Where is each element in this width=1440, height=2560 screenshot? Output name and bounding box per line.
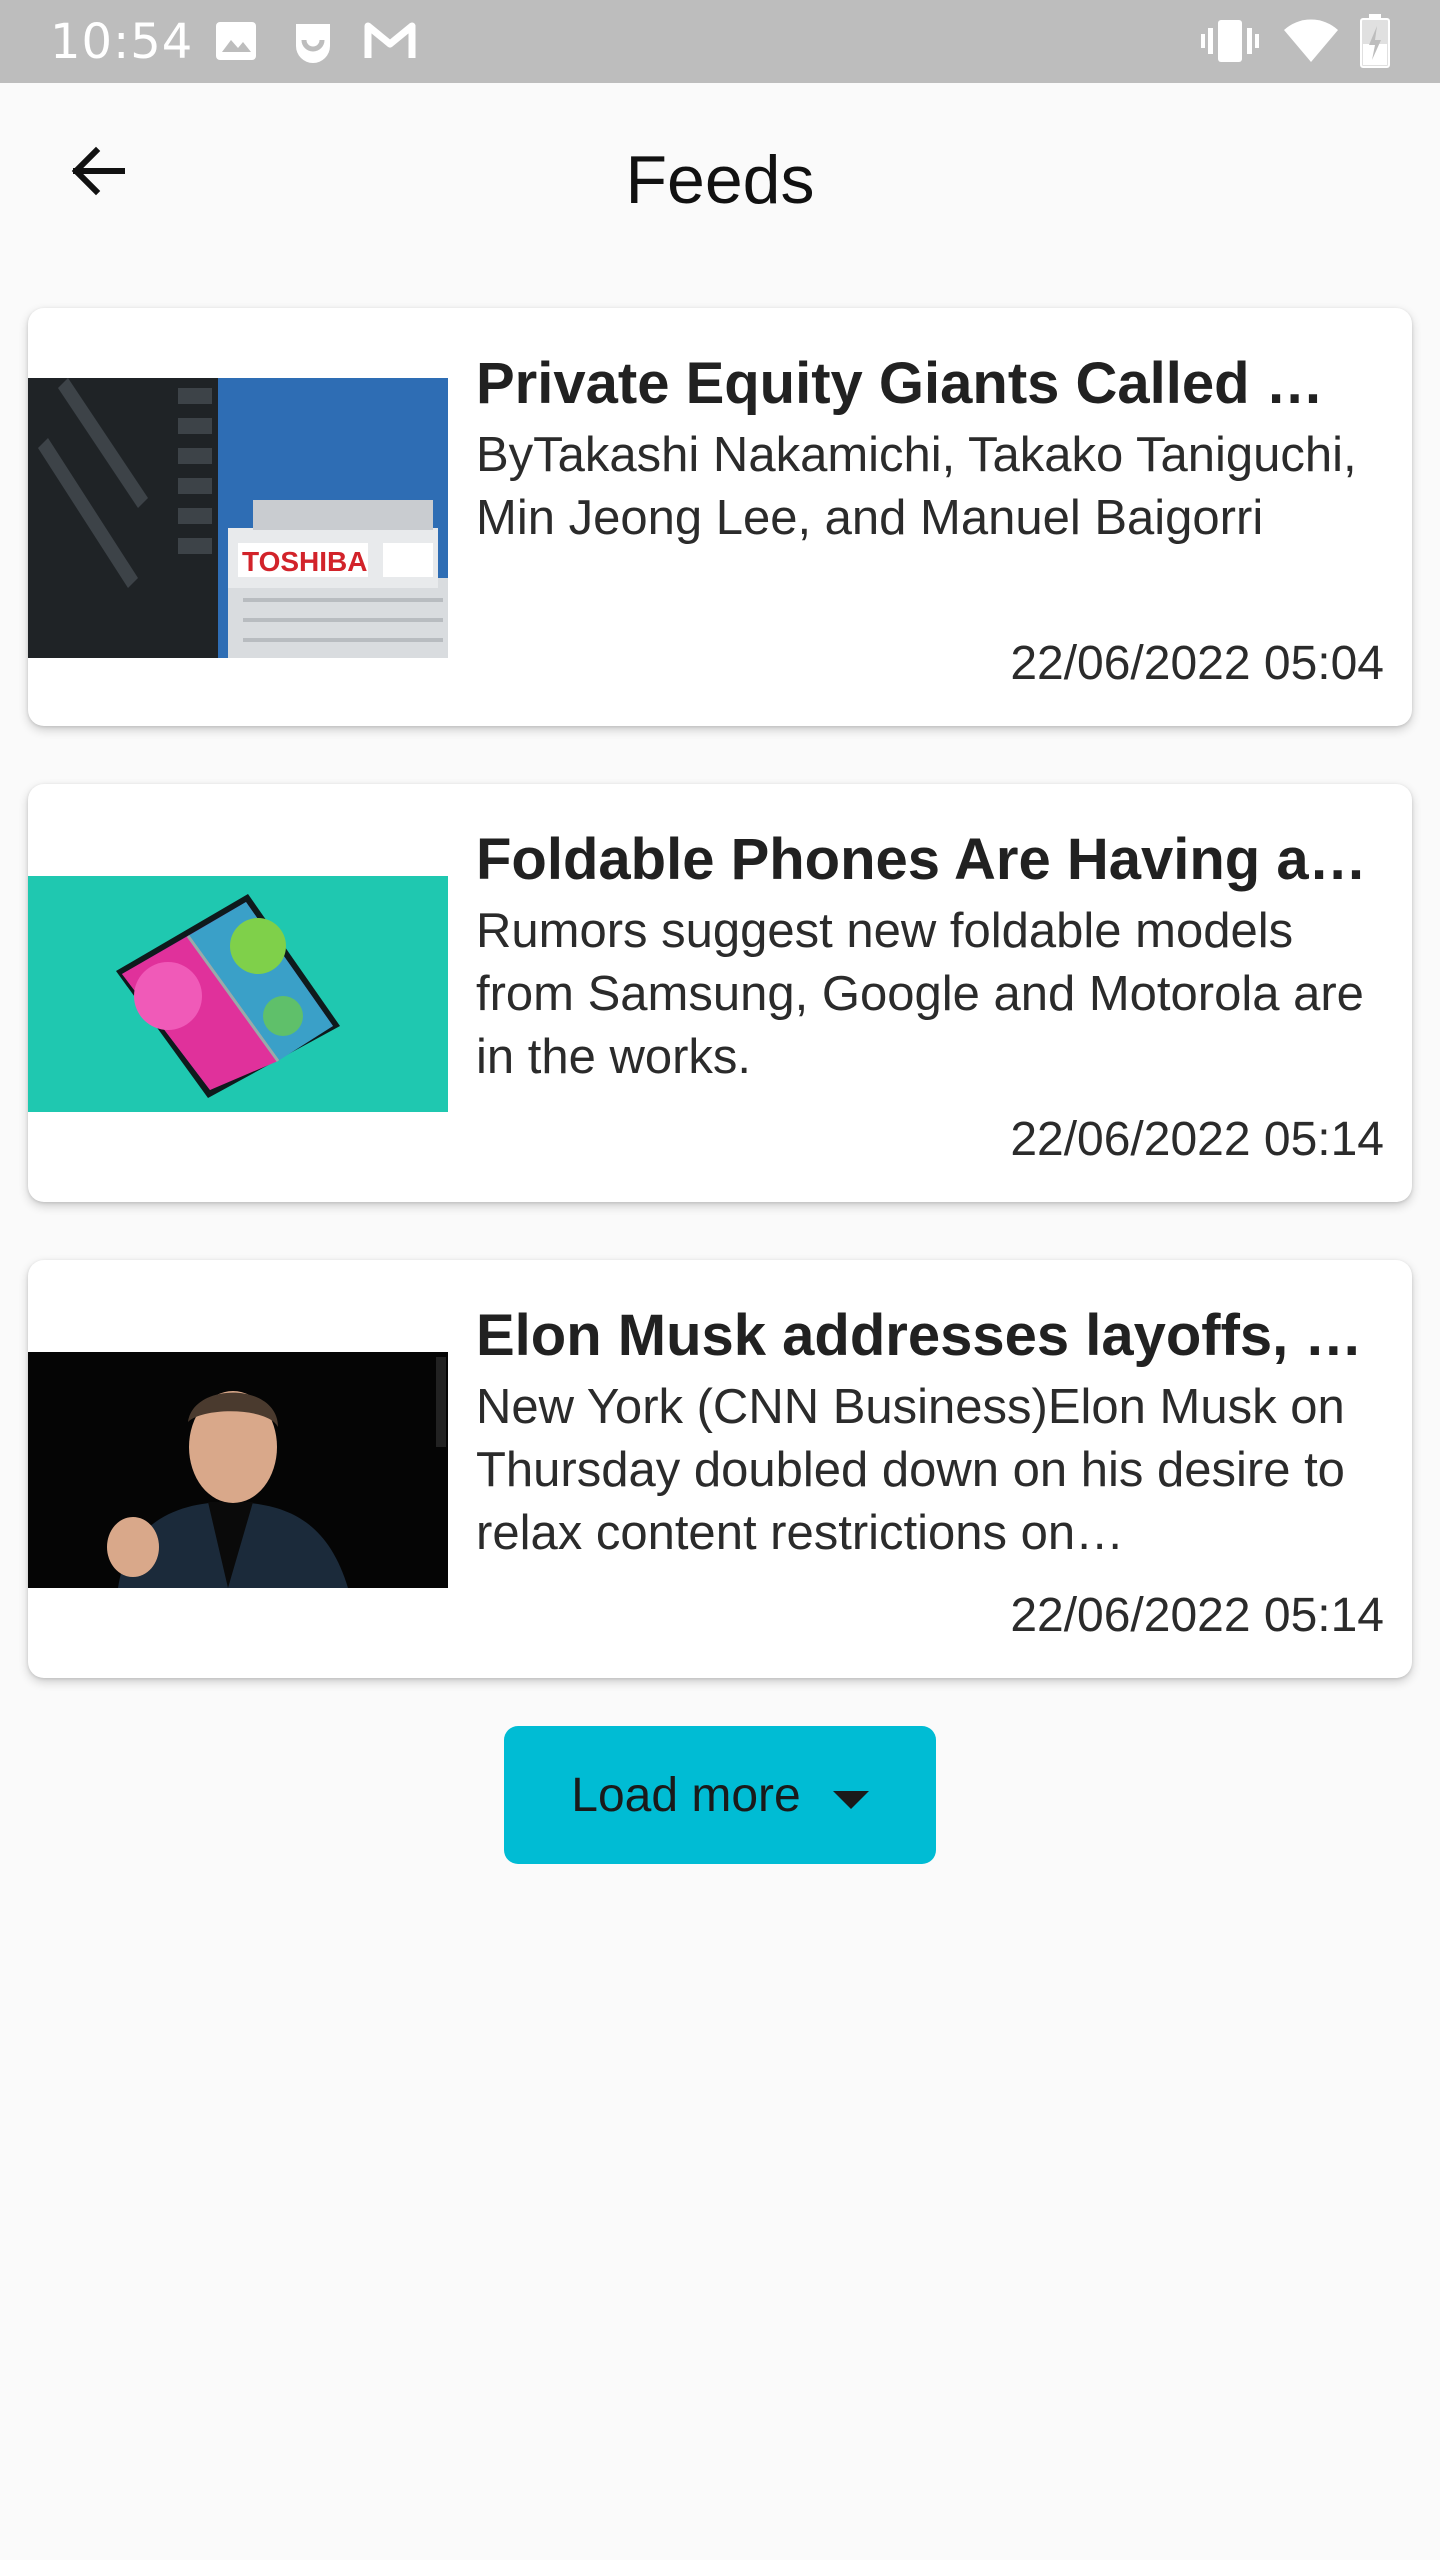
feed-title: Private Equity Giants Called … xyxy=(476,351,1324,416)
feed-description: Rumors suggest new foldable models from … xyxy=(476,904,1364,1084)
load-more-button[interactable]: Load more xyxy=(504,1726,936,1864)
feed-card[interactable]: Elon Musk addresses layoffs, … New York … xyxy=(28,1260,1412,1678)
messenger-icon xyxy=(290,20,336,69)
feed-text: Foldable Phones Are Having a… Rumors sug… xyxy=(476,820,1384,1089)
status-bar: 10:54 xyxy=(0,0,1440,83)
feed-thumbnail xyxy=(28,1352,448,1588)
feed-title: Foldable Phones Are Having a… xyxy=(476,827,1367,892)
wifi-icon xyxy=(1282,18,1340,69)
feed-card[interactable]: Foldable Phones Are Having a… Rumors sug… xyxy=(28,784,1412,1202)
status-time: 10:54 xyxy=(50,14,194,70)
feed-date: 22/06/2022 05:14 xyxy=(1010,1589,1384,1642)
page-title: Feeds xyxy=(625,142,815,218)
feed-description: New York (CNN Business)Elon Musk on Thur… xyxy=(476,1380,1345,1560)
app-bar: Feeds xyxy=(0,83,1440,283)
feed-thumbnail xyxy=(28,876,448,1112)
vibrate-icon xyxy=(1200,18,1260,69)
load-more-label: Load more xyxy=(571,1768,801,1822)
feed-card[interactable]: TOSHIBA Private Equity Giants Called … B… xyxy=(28,308,1412,726)
toshiba-logo: TOSHIBA xyxy=(242,546,368,577)
battery-charging-icon xyxy=(1360,14,1390,73)
feed-title: Elon Musk addresses layoffs, … xyxy=(476,1303,1363,1368)
feed-date: 22/06/2022 05:14 xyxy=(1010,1113,1384,1166)
feed-description: ByTakashi Nakamichi, Takako Taniguchi, M… xyxy=(476,428,1357,545)
image-icon xyxy=(214,20,258,67)
feed-text: Elon Musk addresses layoffs, … New York … xyxy=(476,1296,1384,1565)
feed-text: Private Equity Giants Called … ByTakashi… xyxy=(476,344,1384,550)
feed-thumbnail: TOSHIBA xyxy=(28,378,448,658)
feed-date: 22/06/2022 05:04 xyxy=(1010,637,1384,690)
arrow-drop-down-icon xyxy=(832,1768,869,1823)
gmail-icon xyxy=(364,20,416,67)
